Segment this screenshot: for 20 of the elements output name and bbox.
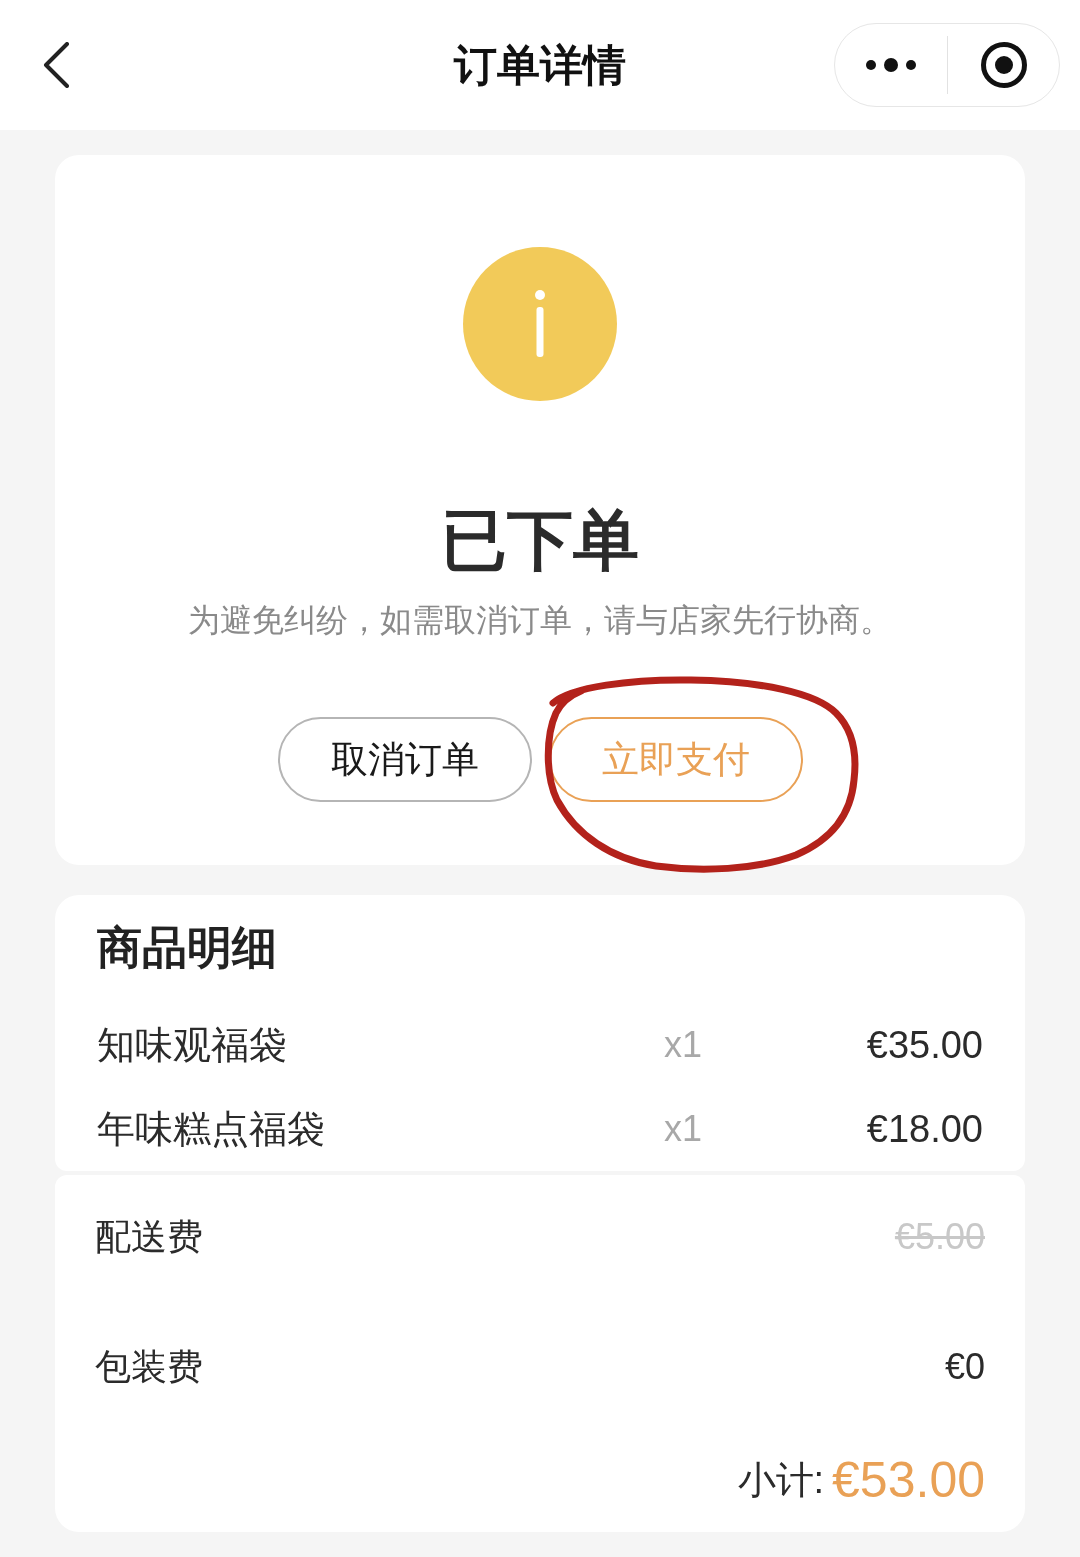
fee-label: 包装费 xyxy=(95,1345,203,1389)
item-quantity: x1 xyxy=(664,1023,704,1067)
page-title: 订单详情 xyxy=(454,40,626,91)
item-price: €35.00 xyxy=(865,1023,983,1068)
item-name: 知味观福袋 xyxy=(97,1023,288,1068)
item-price: €18.00 xyxy=(865,1107,983,1152)
target-icon xyxy=(980,42,1027,88)
item-name: 年味糕点福袋 xyxy=(97,1107,326,1152)
back-chevron-icon xyxy=(42,42,70,88)
cancel-order-button[interactable]: 取消订单 xyxy=(277,717,532,802)
status-title: 已下单 xyxy=(441,502,639,579)
subtotal-amount: €53.00 xyxy=(832,1451,985,1510)
fee-amount: €0 xyxy=(944,1345,985,1389)
item-quantity: x1 xyxy=(664,1107,704,1151)
fee-label: 配送费 xyxy=(95,1215,203,1259)
subtotal-label: 小计: xyxy=(737,1458,825,1503)
info-icon xyxy=(463,247,617,401)
status-message: 为避免纠纷，如需取消订单，请与店家先行协商。 xyxy=(188,601,892,640)
items-heading: 商品明细 xyxy=(97,921,278,975)
more-dots-icon xyxy=(865,58,917,72)
